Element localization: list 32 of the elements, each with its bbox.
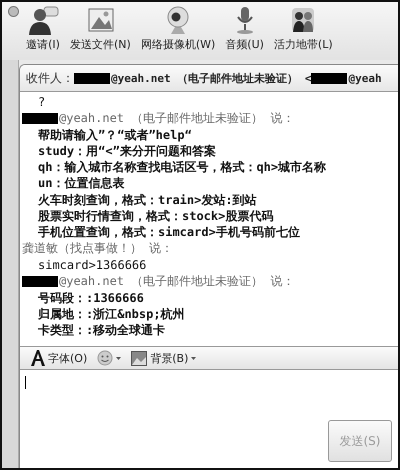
sender-line: @yeah.net （电子邮件地址未验证） 说： xyxy=(59,272,294,290)
message-text: 号码段：:1366666 xyxy=(38,290,144,305)
message-text: 卡类型：:移动全球通卡 xyxy=(38,323,166,338)
picture-icon xyxy=(131,350,148,366)
background-button[interactable]: 背景(B) xyxy=(128,350,200,366)
font-button[interactable]: 字体(O) xyxy=(28,350,90,366)
recipient-address: @yeah.net （电子邮件地址未验证） < xyxy=(111,70,312,86)
window-menu-icon[interactable] xyxy=(8,6,19,17)
message-text: 帮助请输入”？“或者”help“ xyxy=(38,128,192,142)
recipient-address: @yeah xyxy=(348,72,382,84)
recipient-label: 收件人： xyxy=(26,70,74,86)
font-icon xyxy=(31,350,45,366)
message-text: 归属地：:浙江&nbsp;杭州 xyxy=(38,306,185,321)
message-text: ? xyxy=(38,95,46,109)
toolbar-button[interactable]: 发送文件(N) xyxy=(68,5,133,52)
message-text: 股票实时行情查询，格式：stock>股票代码 xyxy=(38,209,274,224)
sender-line: 龚道敏（找点事做！） 说： xyxy=(22,240,174,258)
message-text: 手机位置查询，格式：simcard>手机号码前七位 xyxy=(38,225,300,240)
toolbar-button[interactable]: 网络摄像机(W) xyxy=(138,5,218,52)
smiley-icon xyxy=(97,350,114,366)
dropdown-arrow-icon xyxy=(116,356,122,360)
toolbar-button[interactable]: 音频(U) xyxy=(223,5,266,52)
toolbar-button[interactable]: 邀请(I) xyxy=(24,5,62,52)
message-text: study：用“<”来分开问题和答案 xyxy=(38,144,216,158)
toolbar-button[interactable]: 活力地带(L) xyxy=(272,5,335,52)
person-icon xyxy=(26,5,60,35)
message-text: qh：输入城市名称查找电话区号，格式：qh>城市名称 xyxy=(38,160,326,174)
message-text: 火车时刻查询，格式：train>发站:到站 xyxy=(38,192,257,207)
message-text: simcard>1366666 xyxy=(38,258,146,272)
dropdown-arrow-icon xyxy=(191,356,196,360)
message-text: un：位置信息表 xyxy=(38,176,124,190)
sender-line: @yeah.net （电子邮件地址未验证） 说： xyxy=(59,110,294,127)
